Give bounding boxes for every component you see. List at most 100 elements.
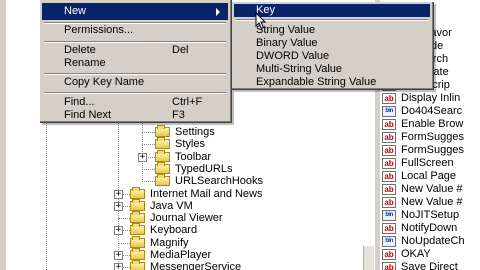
mouse-pointer-icon [255,12,267,30]
folder-icon [155,150,170,162]
ab-string-icon: ab [382,223,396,234]
tree-item-label: MessengerService [150,261,242,270]
expand-toggle-icon[interactable]: + [114,226,123,235]
submenu-item-dword-value[interactable]: DWORD Value [234,50,430,63]
tree-guide-line [142,120,143,182]
folder-icon [130,199,145,211]
folder-icon [130,187,145,199]
value-name: New Value # [401,183,463,195]
tree-item-label: Java VM [150,200,193,212]
value-name: FormSugges [401,131,464,143]
folder-icon [155,125,170,137]
tree-guide-line [118,218,130,219]
binary-value-icon: bin [382,236,396,247]
tree-item[interactable]: Magnify [130,236,330,249]
tree-item[interactable]: Keyboard [130,223,330,236]
tree-item[interactable]: Settings [155,125,330,138]
value-name: NoUpdateCh [401,235,465,247]
folder-icon [155,174,170,186]
menu-item-new[interactable]: New [42,3,228,20]
value-name: FullScreen [401,157,454,169]
menu-item-find-next[interactable]: Find Next F3 [42,107,228,124]
tree-scrollbar[interactable] [363,246,374,270]
folder-icon [130,236,145,248]
ab-string-icon: ab [382,249,396,260]
tree-item-label: URLSearchHooks [175,175,264,187]
menu-item-label: Rename [64,57,106,69]
menu-item-shortcut: F3 [172,109,185,121]
folder-icon [130,211,145,223]
tree-item[interactable]: URLSearchHooks [155,174,330,187]
submenu-item-label: Multi-String Value [256,63,342,75]
value-name: Enable Brow [401,118,464,130]
tree-guide-line [142,132,155,133]
tree-item-label: Toolbar [175,151,212,163]
value-name: FormSugges [401,144,464,156]
expand-toggle-icon[interactable]: + [114,263,123,270]
tree-item-label: TypedURLs [175,163,233,175]
tree-item-label: Magnify [150,237,189,249]
binary-value-icon: bin [382,106,396,117]
menu-item-rename[interactable]: Rename [42,55,228,72]
tree-item-label: Styles [175,138,205,150]
value-name: Display Inlin [401,92,461,104]
value-name: NoJITSetup [401,209,460,221]
menu-item-label: Find Next [64,109,112,121]
value-name: NotifyDown [401,222,458,234]
binary-value-icon: bin [382,210,396,221]
menu-item-label: New [64,5,87,17]
tree-item-label: MediaPlayer [150,249,212,261]
submenu-item-label: Binary Value [256,37,318,49]
submenu-item-multi-string-value[interactable]: Multi-String Value [234,63,430,76]
submenu-item-binary-value[interactable]: Binary Value [234,37,430,50]
tree-item-label: Internet Mail and News [150,188,263,200]
menu-item-copy-key-name[interactable]: Copy Key Name [42,74,228,91]
tree-item-label: Keyboard [150,224,198,236]
folder-icon [155,137,170,149]
value-name: New Value # [401,196,463,208]
expand-toggle-icon[interactable]: + [114,251,123,260]
tree-guide-line [118,243,130,244]
tree-pane-border [0,0,6,270]
tree-guide-line [142,144,155,145]
value-name: OKAY [401,248,431,260]
tree-item[interactable]: TypedURLs [155,162,330,175]
folder-icon [130,260,145,270]
ab-string-icon: ab [382,197,396,208]
tree-item[interactable]: MessengerService [130,260,330,270]
expand-toggle-icon[interactable]: + [114,190,123,199]
tree-item[interactable]: Internet Mail and News [130,187,330,200]
folder-icon [130,248,145,260]
ab-string-icon: ab [382,184,396,195]
ab-string-icon: ab [382,171,396,182]
tree-item-label: Journal Viewer [150,212,223,224]
submenu-item-expandable-string-value[interactable]: Expandable String Value [234,76,430,89]
tree-item[interactable]: MediaPlayer [130,248,330,261]
value-name: Local Page [401,170,457,182]
menu-item-permissions[interactable]: Permissions... [42,22,228,39]
submenu-arrow-icon [216,8,220,16]
tree-item-label: Settings [175,126,215,138]
context-menu: New Permissions... Delete Del Rename Cop… [40,0,232,123]
folder-icon [155,162,170,174]
ab-string-icon: ab [382,119,396,130]
ab-string-icon: ab [382,145,396,156]
menu-item-label: Copy Key Name [64,76,145,88]
value-name: Save Direct [401,261,458,270]
tree-guide-line [142,181,155,182]
tree-item[interactable]: Journal Viewer [130,211,330,224]
submenu-item-label: Expandable String Value [256,76,377,88]
value-name: Do404Searc [401,105,463,117]
expand-toggle-icon[interactable]: + [114,202,123,211]
tree-item[interactable]: Styles [155,137,330,150]
ab-string-icon: ab [382,158,396,169]
tree-item[interactable]: Toolbar [155,150,330,163]
tree-item[interactable]: Java VM [130,199,330,212]
folder-icon [130,223,145,235]
submenu-item-label: DWORD Value [256,50,330,62]
ab-string-icon: ab [382,93,396,104]
expand-toggle-icon[interactable]: + [138,153,147,162]
menu-item-label: Permissions... [64,24,134,36]
tree-guide-line [142,169,155,170]
ab-string-icon: ab [382,262,396,270]
